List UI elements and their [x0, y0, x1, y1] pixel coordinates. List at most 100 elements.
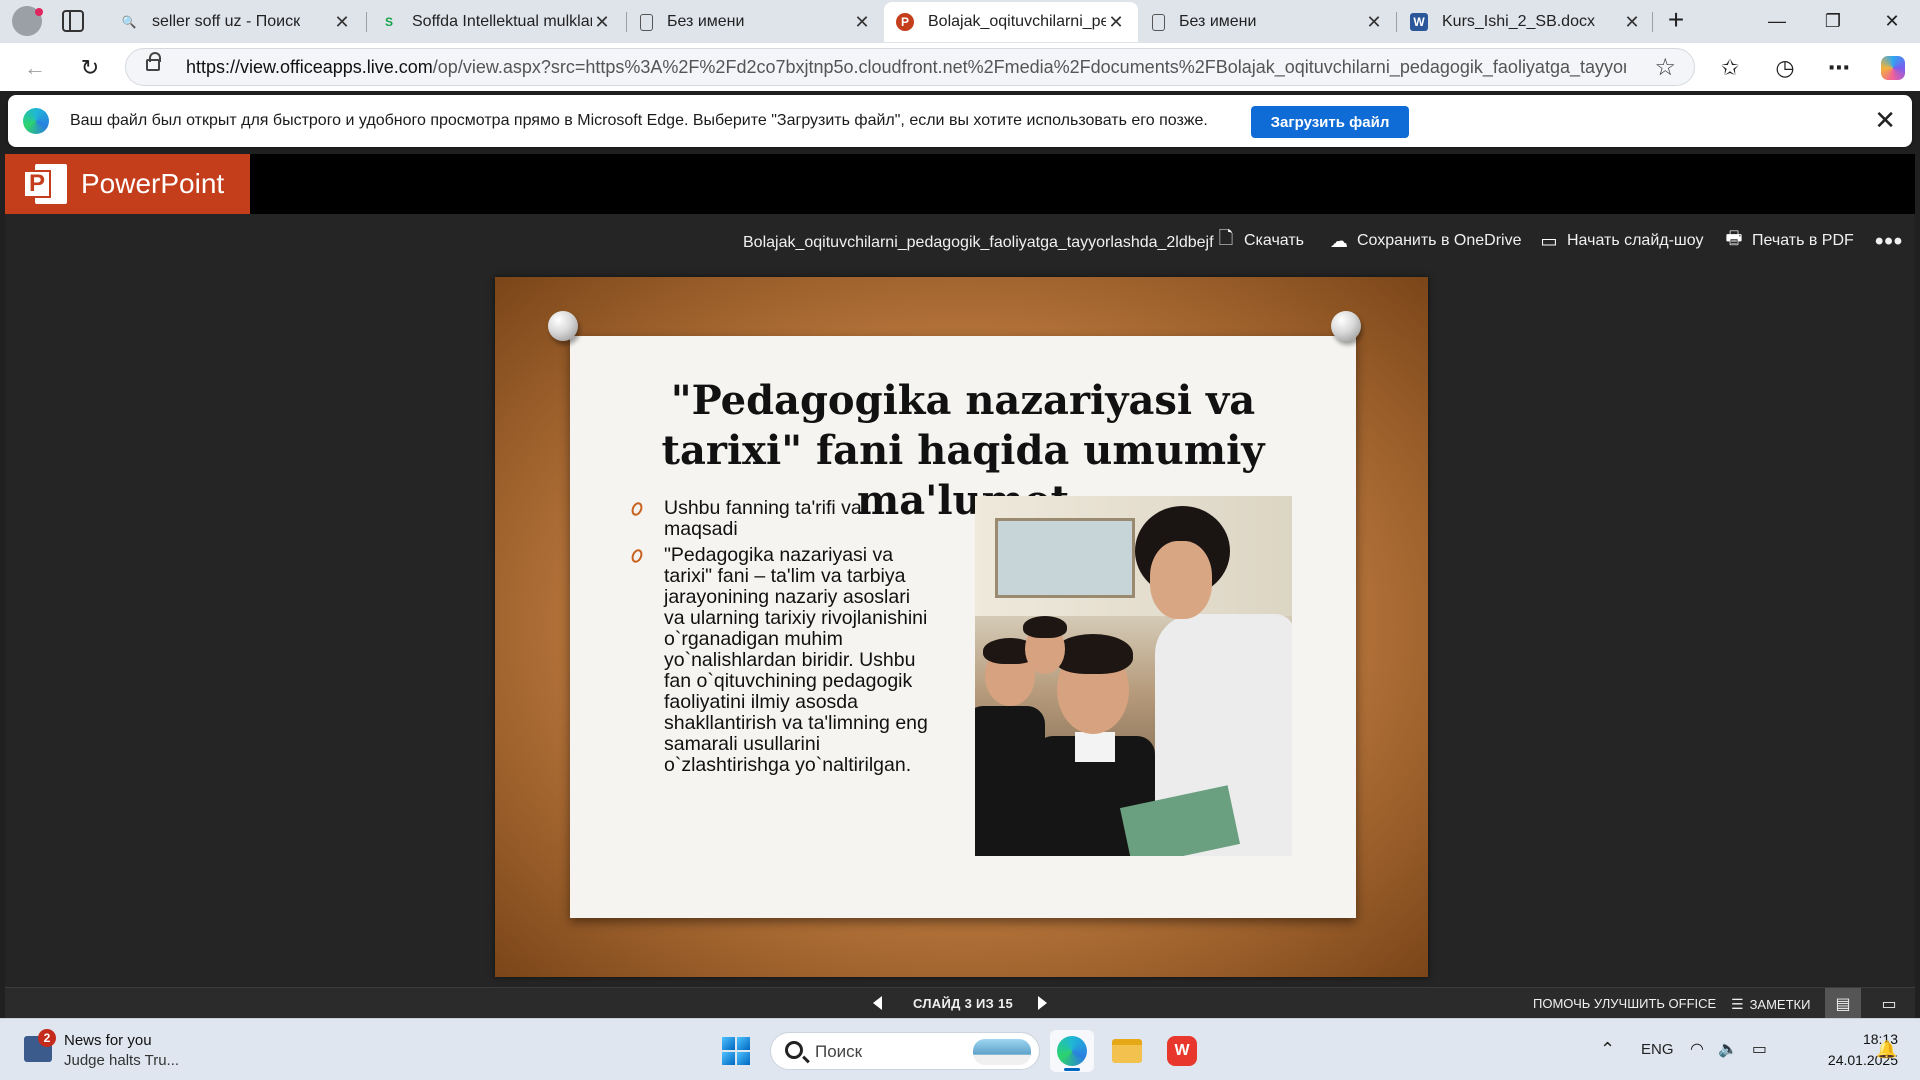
info-message: Ваш файл был открыт для быстрого и удобн… [70, 112, 1208, 129]
tab-title: Без имени [667, 13, 745, 30]
wifi-icon[interactable]: ◠ [1690, 1039, 1704, 1059]
url-path: /op/view.aspx?src=https%3A%2F%2Fd2co7bxj… [432, 57, 1626, 77]
minimize-button[interactable]: — [1749, 0, 1805, 43]
profile-avatar[interactable] [12, 6, 43, 36]
favorite-star-icon[interactable]: ☆ [1654, 53, 1676, 82]
edge-logo-icon [23, 108, 49, 134]
word-icon: W [1410, 13, 1428, 31]
search-icon [785, 1041, 803, 1059]
download-label: Скачать [1244, 232, 1304, 249]
slide-paper: "Pedagogika nazariyasi va tarixi" fani h… [570, 336, 1356, 918]
tab-title: Bolajak_oqituvchilarni_pedagogik [928, 13, 1106, 30]
bullet-icon [629, 547, 645, 565]
favorites-icon[interactable]: ✩ [1715, 53, 1745, 83]
pushpin-icon [548, 311, 578, 341]
classroom-photo [975, 496, 1292, 856]
news-headline[interactable]: Judge halts Tru... [64, 1052, 179, 1069]
notes-label: ЗАМЕТКИ [1749, 997, 1811, 1012]
start-slideshow-button[interactable]: ▭ Начать слайд-шоу [1538, 230, 1703, 252]
brand-bar: P PowerPoint [5, 154, 1915, 214]
bullet-text: "Pedagogika nazariyasi va tarixi" fani –… [664, 544, 928, 776]
close-tab-icon[interactable]: ✕ [592, 12, 612, 33]
slideshow-icon: ▭ [1540, 230, 1558, 251]
file-explorer-icon[interactable] [1105, 1030, 1149, 1072]
brand-name: PowerPoint [81, 168, 225, 199]
close-tab-icon[interactable]: ✕ [1622, 12, 1642, 33]
tab-strip: 🔍 seller soff uz - Поиск ✕ S Soffda Inte… [0, 0, 1920, 43]
save-onedrive-label: Сохранить в OneDrive [1357, 232, 1522, 249]
notes-icon: ☰ [1731, 996, 1744, 1012]
battery-icon[interactable]: ▭ [1752, 1039, 1767, 1059]
notification-bell-icon[interactable]: 🔔 [1876, 1040, 1897, 1060]
restore-button[interactable]: ❐ [1805, 0, 1861, 43]
new-tab-button[interactable]: + [1661, 6, 1691, 36]
input-language[interactable]: ENG [1641, 1041, 1674, 1058]
browser-tab-active[interactable]: P Bolajak_oqituvchilarni_pedagogik ✕ [884, 2, 1138, 42]
close-tab-icon[interactable]: ✕ [332, 12, 352, 33]
bullet-item: "Pedagogika nazariyasi va tarixi" fani –… [629, 544, 930, 776]
search-highlight-image [973, 1039, 1031, 1065]
tab-title: Kurs_Ishi_2_SB.docx [1442, 13, 1595, 30]
powerpoint-icon: P [896, 13, 914, 31]
tab-title: Без имени [1179, 13, 1257, 30]
edge-taskbar-icon[interactable] [1050, 1030, 1094, 1072]
url-text[interactable]: https://view.officeapps.live.com/op/view… [186, 57, 1626, 78]
refresh-icon[interactable]: ↻ [75, 53, 105, 83]
close-window-button[interactable]: ✕ [1864, 0, 1920, 43]
print-pdf-button[interactable]: 🖶 Печать в PDF [1723, 228, 1854, 252]
cloud-icon: ☁ [1330, 230, 1348, 251]
slide-canvas[interactable]: "Pedagogika nazariyasi va tarixi" fani h… [495, 277, 1428, 977]
search-icon: 🔍 [121, 15, 137, 29]
previous-slide-icon[interactable] [873, 996, 882, 1010]
tab-title: seller soff uz - Поиск [152, 13, 301, 30]
download-file-button[interactable]: Загрузить файл [1251, 106, 1409, 138]
system-tray[interactable]: ◠ 🔈 ▭ [1690, 1039, 1767, 1059]
lock-icon[interactable] [146, 52, 161, 71]
browser-tab[interactable]: 🔍 seller soff uz - Поиск ✕ [108, 2, 364, 42]
browser-tab[interactable]: Без имени ✕ [628, 2, 884, 42]
slideshow-view-icon[interactable]: ▭ [1871, 988, 1907, 1019]
reading-view-icon[interactable]: ▤ [1825, 988, 1861, 1019]
tab-separator [626, 12, 627, 32]
copilot-icon[interactable] [1878, 53, 1908, 83]
tab-separator [1652, 12, 1653, 32]
browser-tab[interactable]: Без имени ✕ [1140, 2, 1396, 42]
tab-separator [366, 12, 367, 32]
browser-tab[interactable]: W Kurs_Ishi_2_SB.docx ✕ [1398, 2, 1654, 42]
chevron-up-icon[interactable]: ⌃ [1600, 1039, 1615, 1060]
more-menu-icon[interactable]: ⋯ [1824, 53, 1854, 83]
news-title[interactable]: News for you [64, 1032, 152, 1049]
blank-page-icon [640, 13, 653, 31]
volume-icon[interactable]: 🔈 [1718, 1039, 1738, 1059]
next-slide-icon[interactable] [1038, 996, 1047, 1010]
close-tab-icon[interactable]: ✕ [852, 12, 872, 33]
blank-page-icon [1152, 13, 1165, 31]
wps-office-icon[interactable]: W [1160, 1030, 1204, 1072]
history-icon[interactable]: ◷ [1770, 53, 1800, 83]
url-host: https://view.officeapps.live.com [186, 57, 433, 77]
tab-actions-icon[interactable] [62, 10, 84, 32]
powerpoint-viewer: P PowerPoint Bolajak_oqituvchilarni_peda… [5, 154, 1915, 1019]
address-bar[interactable]: https://view.officeapps.live.com/op/view… [125, 48, 1695, 86]
bullet-item: Ushbu fanning ta'rifi va maqsadi [629, 498, 930, 540]
browser-tab[interactable]: S Soffda Intellektual mulklarni ✕ [368, 2, 624, 42]
help-improve-office-link[interactable]: ПОМОЧЬ УЛУЧШИТЬ OFFICE [1533, 996, 1716, 1011]
close-tab-icon[interactable]: ✕ [1106, 12, 1126, 33]
file-name: Bolajak_oqituvchilarni_pedagogik_faoliya… [743, 234, 1214, 251]
powerpoint-brand[interactable]: P PowerPoint [5, 154, 250, 214]
bullet-list: Ushbu fanning ta'rifi va maqsadi "Pedago… [629, 498, 930, 781]
slide-counter: СЛАЙД 3 ИЗ 15 [913, 996, 1014, 1011]
close-tab-icon[interactable]: ✕ [1364, 12, 1384, 33]
browser-toolbar: ← ↻ https://view.officeapps.live.com/op/… [0, 43, 1920, 91]
windows-start-icon[interactable] [722, 1037, 750, 1065]
close-icon[interactable]: ✕ [1874, 105, 1896, 136]
notes-button[interactable]: ☰ ЗАМЕТКИ [1731, 996, 1810, 1013]
pushpin-icon [1331, 311, 1361, 341]
taskbar-search[interactable]: Поиск [770, 1032, 1040, 1070]
more-options-icon[interactable]: ••• [1875, 228, 1903, 256]
back-icon[interactable]: ← [20, 53, 50, 83]
download-button[interactable]: 🗋 Скачать [1215, 228, 1304, 252]
powerpoint-logo-icon: P [23, 162, 67, 206]
save-onedrive-button[interactable]: ☁ Сохранить в OneDrive [1328, 230, 1521, 252]
print-pdf-label: Печать в PDF [1752, 232, 1854, 249]
